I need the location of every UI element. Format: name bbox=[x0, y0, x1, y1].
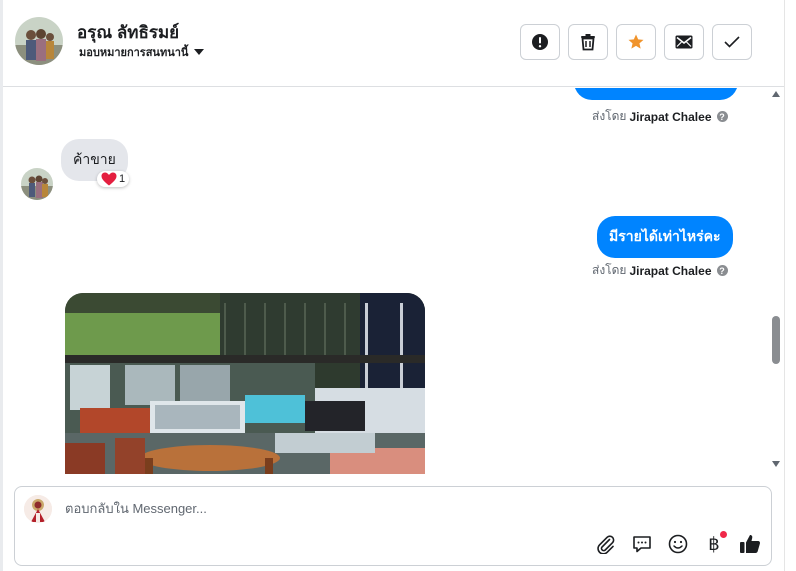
right-frame bbox=[784, 0, 796, 571]
message-reaction[interactable]: 1 bbox=[97, 171, 130, 187]
sent-by-label: ส่งโดย Jirapat Chalee ? bbox=[592, 261, 728, 280]
smiley-icon bbox=[668, 534, 688, 554]
scroll-down-arrow[interactable] bbox=[772, 461, 780, 467]
assign-label: มอบหมายการสนทนานี้ bbox=[79, 47, 189, 59]
composer-tools: ฿ bbox=[595, 531, 761, 555]
saved-replies-button[interactable] bbox=[631, 533, 653, 555]
outgoing-message[interactable]: มีรายได้เท่าไหร่คะ bbox=[597, 216, 733, 258]
chat-bubble-icon bbox=[633, 536, 651, 553]
notification-dot bbox=[720, 531, 727, 538]
report-button[interactable] bbox=[520, 24, 560, 60]
reply-composer: ฿ bbox=[14, 486, 772, 566]
baht-icon: ฿ bbox=[708, 533, 720, 555]
exclamation-icon bbox=[532, 34, 548, 50]
sender-name: Jirapat Chalee bbox=[629, 263, 712, 278]
messenger-inbox: อรุณ ลัทธิรมย์ มอบหมายการสนทนานี้ ส่งโดย… bbox=[0, 0, 796, 571]
message-thread[interactable]: ส่งโดย Jirapat Chalee ? ค้าขาย 1 มีรายได… bbox=[3, 88, 767, 474]
like-button[interactable] bbox=[739, 533, 761, 555]
envelope-icon bbox=[675, 35, 693, 49]
mark-unread-button[interactable] bbox=[664, 24, 704, 60]
thumbs-up-icon bbox=[740, 535, 761, 553]
star-icon bbox=[628, 34, 644, 49]
trash-icon bbox=[581, 34, 595, 51]
assign-conversation-dropdown[interactable]: มอบหมายการสนทนานี้ bbox=[79, 43, 205, 61]
mark-done-button[interactable] bbox=[712, 24, 752, 60]
heart-icon bbox=[101, 172, 117, 186]
payment-button[interactable]: ฿ bbox=[703, 531, 727, 555]
help-icon[interactable]: ? bbox=[716, 265, 728, 276]
attach-button[interactable] bbox=[595, 533, 617, 555]
paperclip-icon bbox=[597, 535, 615, 554]
caret-down-icon bbox=[194, 49, 205, 55]
star-button[interactable] bbox=[616, 24, 656, 60]
contact-avatar-small[interactable] bbox=[21, 168, 53, 200]
help-icon[interactable]: ? bbox=[716, 111, 728, 122]
action-toolbar bbox=[520, 24, 752, 60]
outgoing-message-partial[interactable] bbox=[574, 88, 738, 100]
conversation-header: อรุณ ลัทธิรมย์ มอบหมายการสนทนานี้ bbox=[3, 0, 784, 87]
scrollbar-thumb[interactable] bbox=[772, 316, 780, 364]
emoji-button[interactable] bbox=[667, 533, 689, 555]
photo-attachment[interactable] bbox=[65, 293, 425, 474]
page-avatar bbox=[24, 495, 52, 523]
scroll-up-arrow[interactable] bbox=[772, 91, 780, 97]
contact-avatar[interactable] bbox=[15, 17, 63, 65]
delete-button[interactable] bbox=[568, 24, 608, 60]
reaction-count: 1 bbox=[119, 173, 126, 185]
check-icon bbox=[724, 36, 740, 48]
sent-by-label: ส่งโดย Jirapat Chalee ? bbox=[592, 107, 728, 126]
reply-input[interactable] bbox=[65, 501, 665, 516]
sender-name: Jirapat Chalee bbox=[629, 109, 712, 124]
contact-name[interactable]: อรุณ ลัทธิรมย์ bbox=[77, 19, 179, 46]
